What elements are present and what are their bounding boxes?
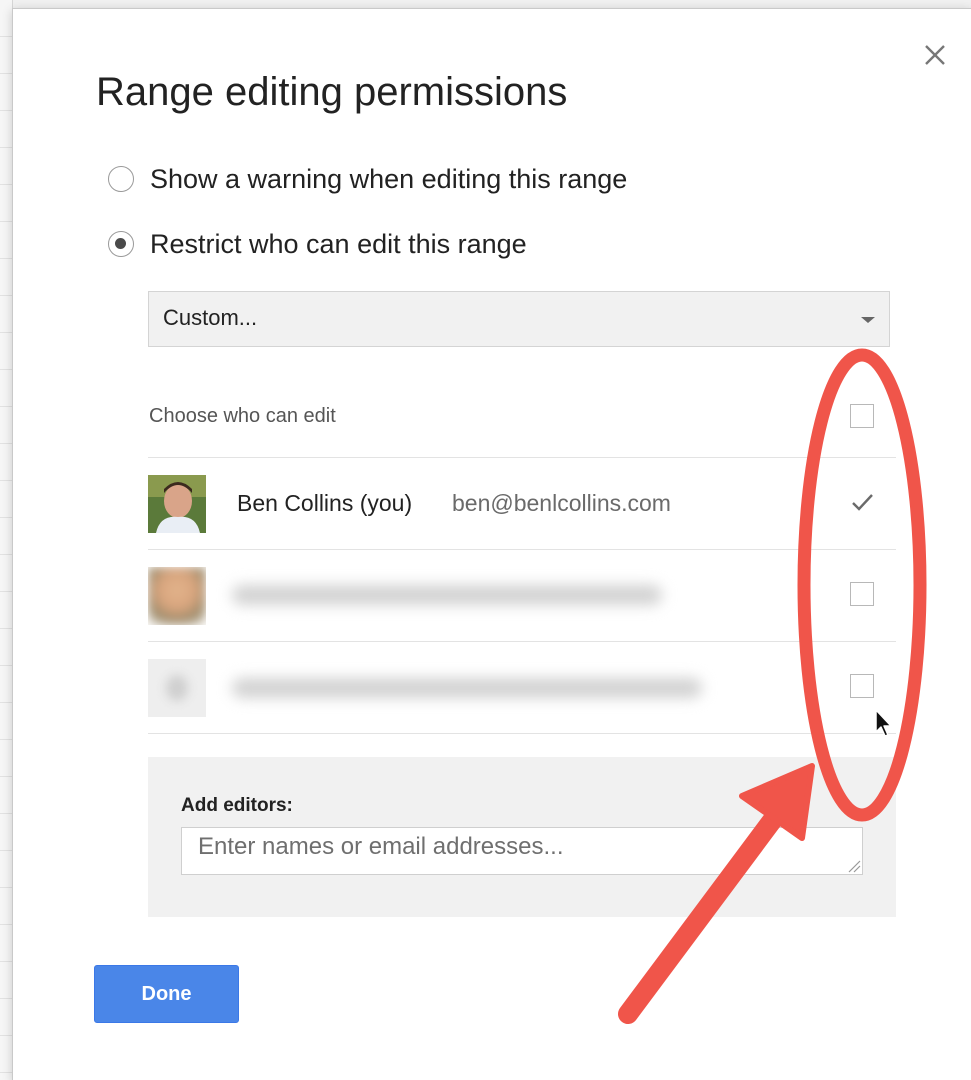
close-button[interactable] [918,38,952,72]
screenshot: Range editing permissions Show a warning… [0,0,971,1080]
dialog-title: Range editing permissions [96,70,568,114]
restrict-option-label: Restrict who can edit this range [150,228,527,259]
user-email: ben@benlcollins.com [452,490,671,516]
redacted-user-info [232,678,702,698]
avatar [148,567,206,625]
add-editors-label: Add editors: [181,795,293,816]
add-editors-input[interactable] [181,827,863,875]
divider [148,641,896,642]
add-editors-panel: Add editors: [148,757,896,917]
user-checkbox[interactable] [850,674,874,698]
restrict-mode-select[interactable]: Custom... [148,291,890,347]
divider [148,457,896,458]
redacted-user-info [232,585,662,605]
warning-option-label: Show a warning when editing this range [150,163,628,194]
select-all-checkbox[interactable] [850,404,874,428]
mouse-cursor-icon [875,709,892,737]
restrict-option[interactable]: Restrict who can edit this range [108,226,527,262]
select-value: Custom... [163,305,258,330]
user-checkbox[interactable] [850,582,874,606]
divider [148,549,896,550]
chevron-down-icon [861,317,875,323]
warning-radio[interactable] [108,166,134,192]
resize-grip-icon[interactable] [847,859,861,873]
warning-option[interactable]: Show a warning when editing this range [108,161,627,197]
close-icon [925,45,945,65]
user-checkbox-checked[interactable] [850,490,874,514]
avatar [148,659,206,717]
user-name: Ben Collins (you) [237,490,413,516]
checkmark-icon [852,494,873,511]
restrict-radio[interactable] [108,231,134,257]
avatar [148,475,206,533]
done-button[interactable]: Done [94,965,239,1023]
choose-editors-label: Choose who can edit [149,405,336,427]
divider [148,733,896,734]
